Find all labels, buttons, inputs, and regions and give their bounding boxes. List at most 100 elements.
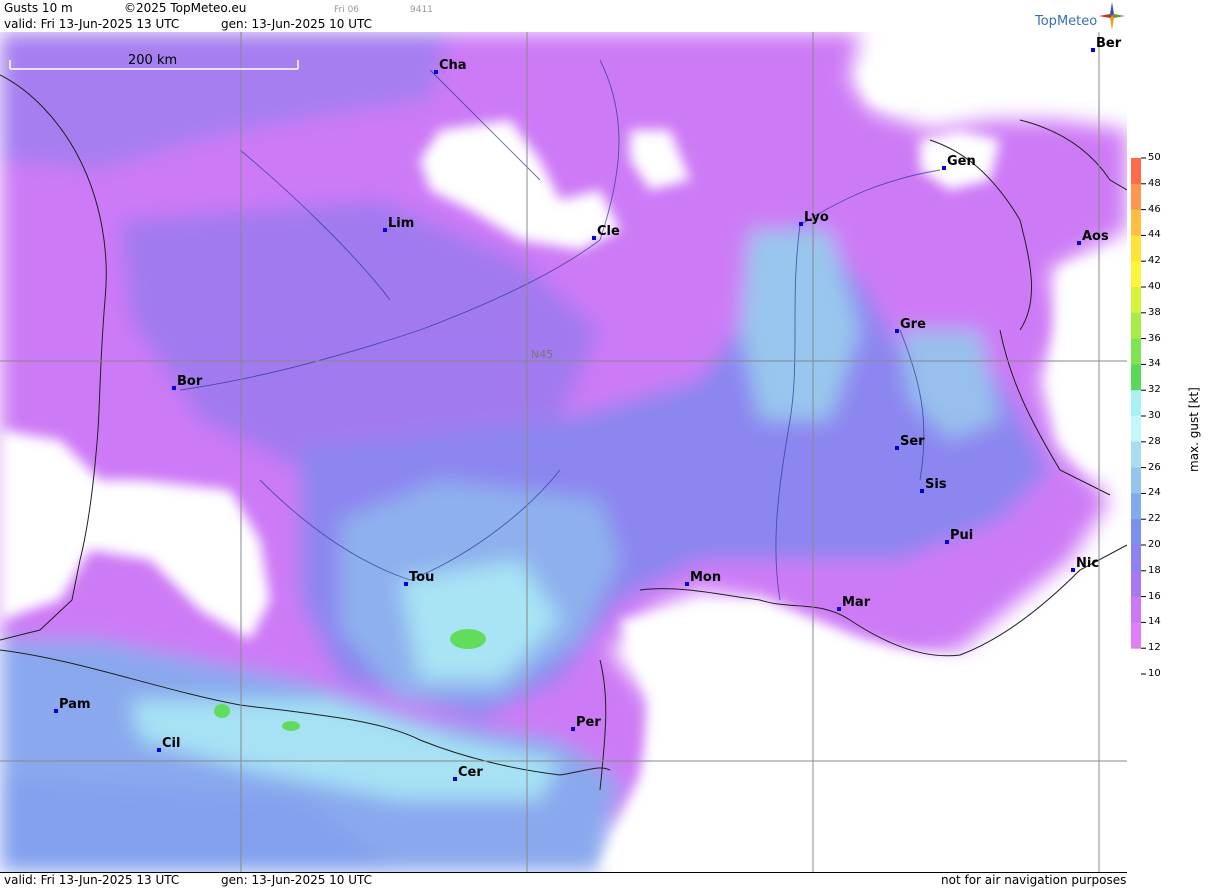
city-marker-lim <box>383 228 387 232</box>
legend-swatch-32 <box>1131 364 1141 391</box>
city-label-mar: Mar <box>842 595 871 610</box>
city-label-nic: Nic <box>1076 556 1099 571</box>
city-marker-cha <box>434 70 438 74</box>
legend-colorbar <box>1131 157 1146 675</box>
footer-valid-time: valid: Fri 13-Jun-2025 13 UTC <box>4 873 180 887</box>
legend-tick-label: 40 <box>1148 281 1161 292</box>
city-marker-sis <box>920 489 924 493</box>
generated-time: gen: 13-Jun-2025 10 UTC <box>221 17 373 31</box>
legend-swatch-12 <box>1131 622 1141 649</box>
city-marker-ber <box>1091 48 1095 52</box>
legend-tick-label: 18 <box>1148 564 1161 576</box>
logo-text: TopMeteo <box>1035 14 1098 29</box>
legend-swatch-28 <box>1131 416 1141 443</box>
city-marker-pui <box>945 540 949 544</box>
city-marker-per <box>571 727 575 731</box>
legend-swatch-36 <box>1131 312 1141 340</box>
legend-tick-label: 28 <box>1148 435 1161 447</box>
legend-swatch-34 <box>1131 338 1141 365</box>
gust-map[interactable]: N45 200 km Cha Ber Gen Lim Cle Lyo Aos Gre Bor Se… <box>0 32 1128 872</box>
city-label-mon: Mon <box>690 570 721 585</box>
legend-swatch-22 <box>1131 493 1141 520</box>
city-marker-pam <box>54 709 58 713</box>
legend-tick-label: 36 <box>1148 332 1161 344</box>
disclaimer: not for air navigation purposes <box>941 873 1127 887</box>
product-title: Gusts 10 m <box>4 1 73 15</box>
city-label-per: Per <box>576 715 601 730</box>
city-label-pui: Pui <box>950 528 973 543</box>
city-marker-cil <box>157 748 161 752</box>
legend-tick-label: 42 <box>1148 255 1161 267</box>
legend-tick-label: 14 <box>1148 616 1161 628</box>
copyright-text: ©2025 TopMeteo.eu <box>124 1 247 15</box>
city-label-tou: Tou <box>409 570 434 585</box>
legend-tick-label: 16 <box>1148 590 1161 602</box>
city-label-lyo: Lyo <box>804 210 829 225</box>
latitude-label: N45 <box>531 348 553 361</box>
city-label-ber: Ber <box>1096 36 1122 51</box>
legend-tick-label: 38 <box>1148 306 1161 318</box>
city-label-sis: Sis <box>925 477 947 492</box>
legend-tick-label: 44 <box>1148 229 1161 241</box>
city-label-gen: Gen <box>947 154 976 169</box>
scale-bar-label: 200 km <box>128 53 177 68</box>
legend-tick-label: 12 <box>1148 642 1161 654</box>
city-label-cle: Cle <box>597 224 620 239</box>
city-label-aos: Aos <box>1082 229 1109 244</box>
city-label-lim: Lim <box>388 216 414 231</box>
legend-swatch-42 <box>1131 235 1141 262</box>
city-marker-tou <box>404 582 408 586</box>
run-label: Fri 06 <box>334 5 360 15</box>
city-label-gre: Gre <box>900 317 926 332</box>
legend-tick-label: 32 <box>1148 384 1161 396</box>
legend-title: max. gust [kt] <box>1187 387 1201 472</box>
city-marker-mar <box>837 607 841 611</box>
legend-tick-label: 24 <box>1148 487 1161 499</box>
legend-tick-label: 30 <box>1148 410 1161 421</box>
compass-logo-icon <box>1099 2 1125 30</box>
legend-swatch-48 <box>1131 158 1141 185</box>
city-marker-cle <box>592 236 596 240</box>
header-bar: Gusts 10 m ©2025 TopMeteo.eu Fri 06 9411… <box>0 0 1127 33</box>
legend-swatch-38 <box>1131 287 1141 314</box>
legend-tick-label: 20 <box>1148 539 1161 550</box>
legend-swatch-14 <box>1131 596 1141 623</box>
legend-tick-label: 48 <box>1148 177 1161 189</box>
city-marker-aos <box>1077 241 1081 245</box>
city-marker-gre <box>895 329 899 333</box>
city-label-ser: Ser <box>900 434 925 449</box>
city-marker-gen <box>942 166 946 170</box>
map-canvas: N45 200 km Cha Ber Gen Lim Cle Lyo Aos Gre Bor Se… <box>0 32 1127 872</box>
legend-tick-label: 34 <box>1148 358 1161 370</box>
city-marker-ser <box>895 446 899 450</box>
legend-tick-label: 46 <box>1148 203 1161 215</box>
legend-swatch-46 <box>1131 183 1141 211</box>
legend-swatch-40 <box>1131 261 1141 288</box>
city-label-cil: Cil <box>162 736 180 751</box>
legend-swatch-26 <box>1131 441 1141 469</box>
legend-tick-label: 50 <box>1148 152 1161 163</box>
footer-bar: valid: Fri 13-Jun-2025 13 UTC gen: 13-Ju… <box>0 872 1127 888</box>
color-legend: 50 48 46 44 42 40 38 36 34 32 30 28 26 24 22 20 18 16 14 12… <box>1127 0 1219 887</box>
city-marker-lyo <box>799 222 803 226</box>
footer-generated-time: gen: 13-Jun-2025 10 UTC <box>221 873 373 887</box>
legend-swatch-30 <box>1131 390 1141 417</box>
legend-swatch-24 <box>1131 467 1141 494</box>
legend-tick-label: 10 <box>1148 668 1161 679</box>
legend-swatch-18 <box>1131 545 1141 572</box>
code-label: 9411 <box>410 5 433 15</box>
city-label-bor: Bor <box>177 374 203 389</box>
legend-swatch-44 <box>1131 209 1141 236</box>
city-marker-cer <box>453 777 457 781</box>
city-marker-bor <box>172 386 176 390</box>
legend-tick-label: 26 <box>1148 461 1161 473</box>
city-marker-mon <box>685 582 689 586</box>
legend-swatch-20 <box>1131 519 1141 546</box>
valid-time: valid: Fri 13-Jun-2025 13 UTC <box>4 17 180 31</box>
city-label-cer: Cer <box>458 765 483 780</box>
city-label-cha: Cha <box>439 58 467 73</box>
city-marker-nic <box>1071 568 1075 572</box>
legend-tick-label: 22 <box>1148 513 1161 525</box>
city-label-pam: Pam <box>59 697 91 712</box>
legend-swatch-16 <box>1131 570 1141 598</box>
